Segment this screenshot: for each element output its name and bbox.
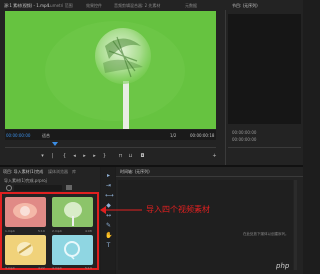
thumb-4-image <box>52 235 93 265</box>
source-scrub-bar[interactable] <box>5 130 216 140</box>
play-icon[interactable]: ▸ <box>82 154 87 159</box>
track-select-tool-icon[interactable]: ⇥ <box>105 182 112 189</box>
insert-icon[interactable]: ⊓ <box>118 154 123 159</box>
media-thumb-2-name: 2.mp4 <box>52 229 62 233</box>
tab-effect-controls[interactable]: 效果控件 <box>86 3 102 9</box>
media-thumb-4-duration: 5:13 <box>85 266 92 270</box>
media-thumb-1-name: 1.mp4 <box>5 229 15 233</box>
ripple-edit-tool-icon[interactable]: ⟷ <box>105 192 114 199</box>
tab-timeline[interactable]: 时间轴: (无序列) <box>120 169 150 175</box>
source-video-frame <box>5 11 216 129</box>
tab-project[interactable]: 项目: 导入素材(1)完成 <box>3 169 43 175</box>
thumb-1-image <box>5 197 46 227</box>
timeline-scrollbar[interactable] <box>294 180 297 270</box>
tab-metadata[interactable]: 元数据 <box>185 3 197 9</box>
media-thumb-1-duration: 5:19 <box>38 229 45 233</box>
media-thumb-3[interactable] <box>5 235 46 265</box>
source-timeline-ruler <box>5 147 216 148</box>
media-thumb-3-name: 3.mp4 <box>5 266 15 270</box>
step-forward-icon[interactable]: ▸ <box>92 154 97 159</box>
thumb-3-image <box>5 235 46 265</box>
media-thumb-2-duration: 4:08 <box>85 229 92 233</box>
go-to-out-icon[interactable]: } <box>102 154 107 159</box>
program-video-area <box>228 14 301 124</box>
lollipop-image <box>5 11 216 129</box>
export-frame-icon[interactable]: ◘ <box>140 154 145 159</box>
search-input[interactable] <box>14 185 62 191</box>
annotation-text: 导入四个视频素材 <box>146 205 210 214</box>
step-back-icon[interactable]: ◂ <box>72 154 77 159</box>
timeline-header-divider <box>116 176 303 177</box>
mark-in-icon[interactable]: ▾ <box>40 154 45 159</box>
media-thumb-3-duration: 4:22 <box>38 266 45 270</box>
mark-out-icon[interactable]: | <box>50 154 55 159</box>
tab-library[interactable]: 库 <box>72 169 76 175</box>
type-tool-icon[interactable]: T <box>105 242 112 249</box>
source-ratio-dropdown[interactable]: 1/2 <box>170 133 176 138</box>
overwrite-icon[interactable]: ⊔ <box>128 154 133 159</box>
media-thumb-1[interactable] <box>5 197 46 227</box>
search-icon <box>6 185 12 191</box>
hand-tool-icon[interactable]: ✋ <box>105 232 112 239</box>
new-bin-icon[interactable] <box>66 185 72 190</box>
program-ruler <box>228 147 301 148</box>
tab-lumetri[interactable]: Lumetri 范围 <box>48 3 73 9</box>
tab-audio-mixer[interactable]: 音频剪辑混合器: 2 先素材 <box>114 3 160 9</box>
thumb-2-image <box>52 197 93 227</box>
add-button-icon[interactable]: + <box>212 154 217 159</box>
program-timecode-left: 00:00:00:00 <box>232 130 257 135</box>
timeline-empty-hint: 在此处放下媒体以创建序列。 <box>243 232 289 236</box>
timeline-track-area[interactable] <box>118 180 293 270</box>
annotation-arrow <box>100 206 142 214</box>
project-file-name: 导入素材(1)完成.prproj <box>4 178 47 183</box>
source-fit-dropdown[interactable]: 适合 <box>42 133 50 139</box>
tab-program[interactable]: 节目: (无序列) <box>232 3 258 9</box>
go-to-in-icon[interactable]: { <box>62 154 67 159</box>
media-thumb-2[interactable] <box>52 197 93 227</box>
source-timecode-right: 00:00:00:18 <box>190 133 215 138</box>
watermark-logo: php <box>276 262 290 270</box>
pen-tool-icon[interactable]: ✎ <box>105 222 112 229</box>
program-timecode-right: 00:00:00:00 <box>232 137 257 142</box>
source-timecode-left: 00:00:00:00 <box>6 133 31 138</box>
media-thumb-4[interactable] <box>52 235 93 265</box>
tab-source[interactable]: 源:1 素材(视频) - 1.mp4 <box>4 3 49 9</box>
tab-media-browser[interactable]: 媒体浏览器 <box>48 169 68 175</box>
selection-tool-icon[interactable]: ▸ <box>105 172 112 179</box>
media-thumb-4-name: 4.mp4 <box>52 266 62 270</box>
playhead-marker[interactable] <box>52 142 58 146</box>
